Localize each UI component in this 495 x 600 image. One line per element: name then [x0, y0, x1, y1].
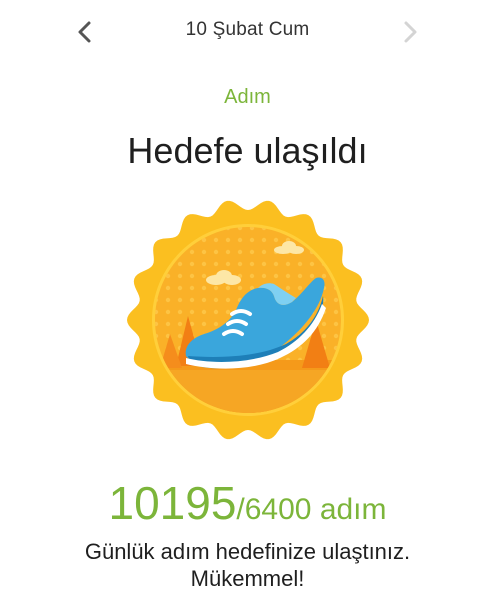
- chevron-right-icon: [404, 21, 417, 43]
- category-label: Adım: [224, 86, 271, 108]
- header-bar: 10 Şubat Cum: [0, 0, 495, 62]
- step-goal: /6400 adım: [236, 493, 387, 526]
- badge-graphic: [127, 200, 369, 440]
- step-count-row: 10195/6400 adım: [0, 476, 495, 530]
- message-line-2: Mükemmel!: [190, 566, 305, 591]
- achievement-badge: [126, 198, 370, 442]
- next-day-button[interactable]: [392, 14, 428, 50]
- message-line-1: Günlük adım hedefinize ulaştınız.: [84, 539, 411, 564]
- step-count: 10195: [108, 477, 237, 529]
- congratulation-message: Günlük adım hedefinize ulaştınız. Mükemm…: [30, 538, 465, 592]
- page-title: Hedefe ulaşıldı: [127, 130, 368, 171]
